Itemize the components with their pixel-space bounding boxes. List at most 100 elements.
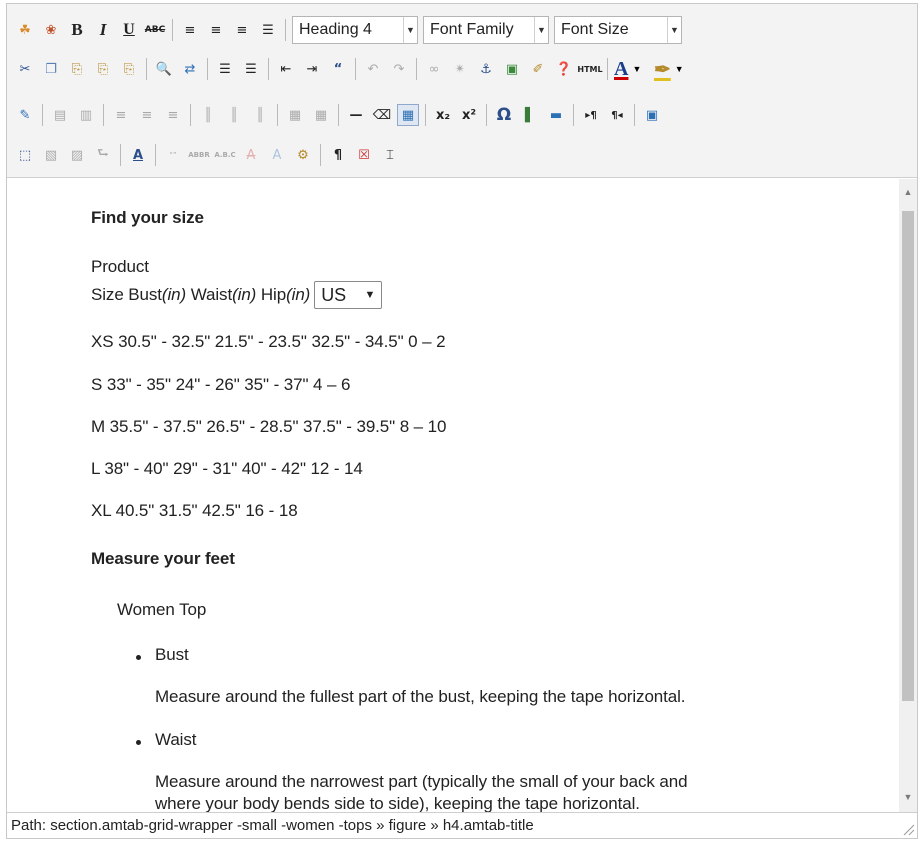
align-center-icon[interactable]: ≡ bbox=[205, 19, 227, 41]
horizontal-rule-icon[interactable]: — bbox=[345, 104, 367, 126]
toolbar-row-1: ☘ ❀ B I U ABC ≡ ≡ ≡ ☰ Heading 4 ▼ Font F… bbox=[7, 12, 687, 48]
indent-icon[interactable]: ⇥ bbox=[301, 58, 323, 80]
nonbreaking-space-icon[interactable]: ☒ bbox=[353, 144, 375, 166]
paste-text-icon[interactable]: ⎘ bbox=[92, 58, 114, 80]
numbered-list-icon[interactable]: ☰ bbox=[240, 58, 262, 80]
visual-aid-icon[interactable]: ▦ bbox=[397, 104, 419, 126]
font-family-value: Font Family bbox=[430, 21, 514, 38]
redo-icon[interactable]: ↷ bbox=[388, 58, 410, 80]
insert-layer-icon[interactable]: ⬚ bbox=[14, 144, 36, 166]
chevron-down-icon[interactable]: ▼ bbox=[632, 64, 641, 74]
new-document-icon[interactable]: ❀ bbox=[40, 19, 62, 41]
chevron-down-icon[interactable]: ▼ bbox=[675, 64, 684, 74]
table-row-props-icon[interactable]: ▤ bbox=[49, 104, 71, 126]
save-icon[interactable]: ☘ bbox=[14, 19, 36, 41]
strikethrough-button[interactable]: ABC bbox=[144, 19, 166, 41]
acronym-icon[interactable]: A.B.C bbox=[214, 144, 236, 166]
media-icon[interactable]: ▌ bbox=[519, 104, 541, 126]
fullscreen-icon[interactable]: ▣ bbox=[641, 104, 663, 126]
table-insert-icon[interactable]: ✎ bbox=[14, 104, 36, 126]
editor-toolbar: ☘ ❀ B I U ABC ≡ ≡ ≡ ☰ Heading 4 ▼ Font F… bbox=[7, 4, 917, 178]
link-icon[interactable]: ∞ bbox=[423, 58, 445, 80]
heading-find-size: Find your size bbox=[91, 208, 204, 227]
text-color-button[interactable]: A ▼ bbox=[614, 58, 650, 81]
block-format-value: Heading 4 bbox=[299, 21, 372, 38]
toolbar-separator bbox=[338, 104, 339, 126]
element-path[interactable]: Path: section.amtab-grid-wrapper -small … bbox=[11, 817, 534, 834]
paste-word-icon[interactable]: ⎘ bbox=[118, 58, 140, 80]
italic-button[interactable]: I bbox=[92, 19, 114, 41]
block-format-dropdown[interactable]: Heading 4 ▼ bbox=[292, 16, 418, 44]
editor-content-area[interactable]: Find your size Product Size Bust (in) Wai… bbox=[7, 179, 899, 812]
superscript-icon[interactable]: x² bbox=[458, 104, 480, 126]
insert-row-after-icon[interactable]: ≡ bbox=[136, 104, 158, 126]
citation-icon[interactable]: “” bbox=[162, 144, 184, 166]
align-justify-icon[interactable]: ☰ bbox=[257, 19, 279, 41]
toolbar-row-4: ⬚ ▧ ▨ ⮑ A “” ABBR A.B.C A A ⚙ ¶ ☒ ⌶ bbox=[7, 137, 405, 173]
bullet-list-icon[interactable]: ☰ bbox=[214, 58, 236, 80]
blockquote-icon[interactable]: “ bbox=[327, 58, 349, 80]
find-icon[interactable]: 🔍 bbox=[153, 58, 175, 80]
measure-desc-waist-line2: where your body bends side to side), kee… bbox=[155, 794, 640, 812]
font-size-dropdown[interactable]: Font Size ▼ bbox=[554, 16, 682, 44]
insert-row-before-icon[interactable]: ≡ bbox=[110, 104, 132, 126]
anchor-icon[interactable]: ⚓ bbox=[475, 58, 497, 80]
status-bar: Path: section.amtab-grid-wrapper -small … bbox=[7, 812, 917, 838]
styles-icon[interactable]: A bbox=[127, 144, 149, 166]
toolbar-separator bbox=[634, 104, 635, 126]
page-break-icon[interactable]: ⌶ bbox=[379, 144, 401, 166]
align-right-icon[interactable]: ≡ bbox=[231, 19, 253, 41]
cleanup-icon[interactable]: ✐ bbox=[527, 58, 549, 80]
vertical-scrollbar[interactable]: ▲ ▼ bbox=[899, 179, 917, 812]
align-left-icon[interactable]: ≡ bbox=[179, 19, 201, 41]
region-select[interactable]: US ▼ bbox=[314, 281, 383, 309]
rtl-icon[interactable]: ¶◂ bbox=[606, 104, 628, 126]
remove-format-icon[interactable]: ⌫ bbox=[371, 104, 393, 126]
cut-icon[interactable]: ✂ bbox=[14, 58, 36, 80]
delete-text-icon[interactable]: A bbox=[240, 144, 262, 166]
bold-button[interactable]: B bbox=[66, 19, 88, 41]
replace-icon[interactable]: ⇄ bbox=[179, 58, 201, 80]
image-icon[interactable]: ▣ bbox=[501, 58, 523, 80]
toolbar-row-2: ✂ ❐ ⎘ ⎘ ⎘ 🔍 ⇄ ☰ ☰ ⇤ ⇥ “ ↶ ↷ ∞ ✴ ⚓ ▣ ✐ ❓ … bbox=[7, 51, 694, 87]
delete-row-icon[interactable]: ≡ bbox=[162, 104, 184, 126]
resize-grip-icon[interactable] bbox=[901, 822, 915, 836]
insert-col-after-icon[interactable]: ║ bbox=[223, 104, 245, 126]
ltr-icon[interactable]: ▸¶ bbox=[580, 104, 602, 126]
html-source-icon[interactable]: HTML bbox=[577, 58, 602, 80]
insert-text-icon[interactable]: A bbox=[266, 144, 288, 166]
font-family-dropdown[interactable]: Font Family ▼ bbox=[423, 16, 549, 44]
delete-col-icon[interactable]: ║ bbox=[249, 104, 271, 126]
product-label: Product bbox=[91, 257, 149, 276]
horizontal-line-icon[interactable]: ▬ bbox=[545, 104, 567, 126]
help-icon[interactable]: ❓ bbox=[553, 58, 575, 80]
split-cells-icon[interactable]: ▦ bbox=[284, 104, 306, 126]
measure-desc-bust: Measure around the fullest part of the b… bbox=[155, 687, 686, 706]
toolbar-separator bbox=[172, 19, 173, 41]
subscript-icon[interactable]: x₂ bbox=[432, 104, 454, 126]
toolbar-separator bbox=[573, 104, 574, 126]
table-cell-props-icon[interactable]: ▥ bbox=[75, 104, 97, 126]
insert-col-before-icon[interactable]: ║ bbox=[197, 104, 219, 126]
scroll-up-arrow-icon[interactable]: ▲ bbox=[899, 183, 917, 201]
paste-icon[interactable]: ⎘ bbox=[66, 58, 88, 80]
rich-text-editor: ☘ ❀ B I U ABC ≡ ≡ ≡ ☰ Heading 4 ▼ Font F… bbox=[6, 3, 918, 839]
move-forward-icon[interactable]: ▧ bbox=[40, 144, 62, 166]
absolute-position-icon[interactable]: ⮑ bbox=[92, 144, 114, 166]
merge-cells-icon[interactable]: ▦ bbox=[310, 104, 332, 126]
scrollbar-thumb[interactable] bbox=[902, 211, 914, 701]
special-char-icon[interactable]: Ω bbox=[493, 104, 515, 126]
unlink-icon[interactable]: ✴ bbox=[449, 58, 471, 80]
move-backward-icon[interactable]: ▨ bbox=[66, 144, 88, 166]
undo-icon[interactable]: ↶ bbox=[362, 58, 384, 80]
measure-desc-waist-line1: Measure around the narrowest part (typic… bbox=[155, 772, 688, 791]
background-color-button[interactable]: ✒ ▼ bbox=[654, 57, 690, 82]
outdent-icon[interactable]: ⇤ bbox=[275, 58, 297, 80]
abbreviation-icon[interactable]: ABBR bbox=[188, 144, 210, 166]
show-blocks-icon[interactable]: ¶ bbox=[327, 144, 349, 166]
toolbar-separator bbox=[277, 104, 278, 126]
underline-button[interactable]: U bbox=[118, 19, 140, 41]
copy-icon[interactable]: ❐ bbox=[40, 58, 62, 80]
scroll-down-arrow-icon[interactable]: ▼ bbox=[899, 788, 917, 806]
attributes-icon[interactable]: ⚙ bbox=[292, 144, 314, 166]
